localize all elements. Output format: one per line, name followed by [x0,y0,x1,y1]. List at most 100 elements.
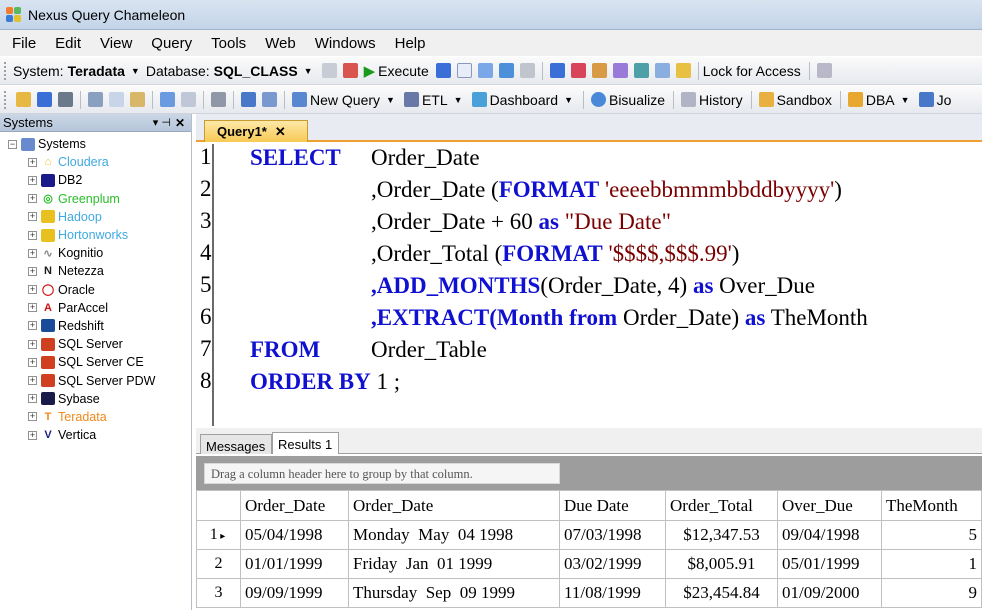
table-cell[interactable]: 01/01/1999 [240,549,349,579]
menu-windows[interactable]: Windows [315,35,376,52]
table-cell[interactable]: 09/04/1998 [777,520,882,550]
format-icon[interactable] [612,63,628,78]
table-cell[interactable]: 11/08/1999 [559,578,666,608]
expand-icon[interactable]: + [28,339,37,349]
tree-item-redshift[interactable]: + Redshift [0,317,191,335]
close-icon[interactable]: ✕ [175,116,185,130]
tree-item-teradata[interactable]: + T Teradata [0,408,191,426]
save-icon[interactable] [37,92,52,107]
menu-query[interactable]: Query [151,35,192,52]
chevron-down-icon[interactable]: ▼ [454,95,463,105]
expand-icon[interactable]: + [28,157,37,167]
expand-icon[interactable]: + [28,175,37,185]
database-select[interactable]: SQL_CLASS [214,63,298,79]
table-cell[interactable]: $12,347.53 [665,520,778,550]
expand-icon[interactable]: + [28,212,37,222]
expand-icon[interactable]: + [28,303,37,313]
column-header[interactable]: Order_Date [348,490,560,521]
lock-for-access-button[interactable]: Lock for Access [703,63,801,79]
tree-item-vertica[interactable]: + V Vertica [0,426,191,444]
new-file-icon[interactable] [456,63,472,78]
connect-icon[interactable] [321,63,337,78]
system-select[interactable]: Teradata [68,63,125,79]
row-number-cell[interactable]: 3 [196,578,241,608]
table-cell[interactable]: 05/01/1999 [777,549,882,579]
cut-icon[interactable] [88,92,103,107]
expand-icon[interactable]: + [28,394,37,404]
tools-icon[interactable] [633,63,649,78]
table-cell[interactable]: 5 [881,520,982,550]
bisualize-button[interactable]: Bisualize [609,92,665,108]
panel-menu-icon[interactable]: ▾ ⊣ [153,116,171,129]
execute-button[interactable]: Execute [378,63,429,79]
tree-item-paraccel[interactable]: + A ParAccel [0,299,191,317]
execute-all-icon[interactable] [435,63,451,78]
tree-item-db2[interactable]: + DB2 [0,171,191,189]
tab-results-1[interactable]: Results 1 [272,432,340,454]
table-cell[interactable]: Thursday Sep 09 1999 [348,578,560,608]
history-button[interactable]: History [699,92,743,108]
redo-icon[interactable] [181,92,196,107]
print-icon[interactable] [58,92,73,107]
tab-messages[interactable]: Messages [200,434,273,454]
link-icon[interactable] [211,92,226,107]
row-number-cell[interactable]: 1 ▸ [196,520,241,550]
etl-button[interactable]: ETL [422,92,448,108]
table-cell[interactable]: 01/09/2000 [777,578,882,608]
chevron-down-icon[interactable]: ▼ [564,95,573,105]
tree-item-hadoop[interactable]: + Hadoop [0,208,191,226]
column-header[interactable]: Over_Due [777,490,882,521]
compare-icon[interactable] [654,63,670,78]
tree-item-netezza[interactable]: + N Netezza [0,262,191,280]
expand-icon[interactable]: + [28,230,37,240]
column-header[interactable]: Order_Date [240,490,349,521]
table-cell[interactable]: 1 [881,549,982,579]
tree-item-sql-server-pdw[interactable]: + SQL Server PDW [0,371,191,389]
table-cell[interactable]: $8,005.91 [665,549,778,579]
chevron-down-icon[interactable]: ▼ [901,95,910,105]
column-header[interactable]: Order_Total [665,490,778,521]
grid-icon[interactable] [241,92,256,107]
sql-editor[interactable]: 1 2 3 4 5 6 7 8 SELECT Order_Date ,Order_… [196,144,982,426]
tree-root[interactable]: − Systems [0,135,191,153]
table-cell[interactable]: 9 [881,578,982,608]
table-cell[interactable]: 03/02/1999 [559,549,666,579]
add-icon[interactable] [549,63,565,78]
dashboard-button[interactable]: Dashboard [490,92,559,108]
dba-button[interactable]: DBA [866,92,895,108]
new-query-button[interactable]: New Query [310,92,380,108]
toolbar-grip[interactable] [4,61,7,80]
tree-item-sql-server[interactable]: + SQL Server [0,335,191,353]
toolbar-grip[interactable] [4,90,7,109]
explain-icon[interactable] [498,63,514,78]
disconnect-icon[interactable] [342,63,358,78]
expand-icon[interactable]: + [28,430,37,440]
table-cell[interactable]: Friday Jan 01 1999 [348,549,560,579]
settings-icon[interactable] [816,63,832,78]
table-cell[interactable]: $23,454.84 [665,578,778,608]
table-row[interactable]: 2 01/01/1999 Friday Jan 01 1999 03/02/1999 $… [196,549,982,579]
expand-icon[interactable]: + [28,266,37,276]
close-icon[interactable]: ✕ [275,124,286,139]
menu-view[interactable]: View [100,35,132,52]
menu-tools[interactable]: Tools [211,35,246,52]
expand-icon[interactable]: + [28,248,37,258]
table-icon[interactable] [262,92,277,107]
tree-item-kognitio[interactable]: + ∿ Kognitio [0,244,191,262]
search-icon[interactable] [477,63,493,78]
tab-query1[interactable]: Query1* ✕ [204,120,308,142]
collapse-icon[interactable]: − [8,139,17,149]
chevron-down-icon[interactable]: ▼ [131,66,140,76]
expand-icon[interactable]: + [28,285,37,295]
open-folder-icon[interactable] [16,92,31,107]
table-cell[interactable]: Monday May 04 1998 [348,520,560,550]
menu-help[interactable]: Help [395,35,426,52]
chevron-down-icon[interactable]: ▼ [386,95,395,105]
expand-icon[interactable]: + [28,376,37,386]
stop-icon[interactable] [519,63,535,78]
tree-item-oracle[interactable]: + ◯ Oracle [0,281,191,299]
table-row[interactable]: 1 ▸ 05/04/1998 Monday May 04 1998 07/03/199… [196,520,982,550]
expand-icon[interactable]: + [28,194,37,204]
tree-item-cloudera[interactable]: + ⌂ Cloudera [0,153,191,171]
jobs-button[interactable]: Jo [937,92,952,108]
